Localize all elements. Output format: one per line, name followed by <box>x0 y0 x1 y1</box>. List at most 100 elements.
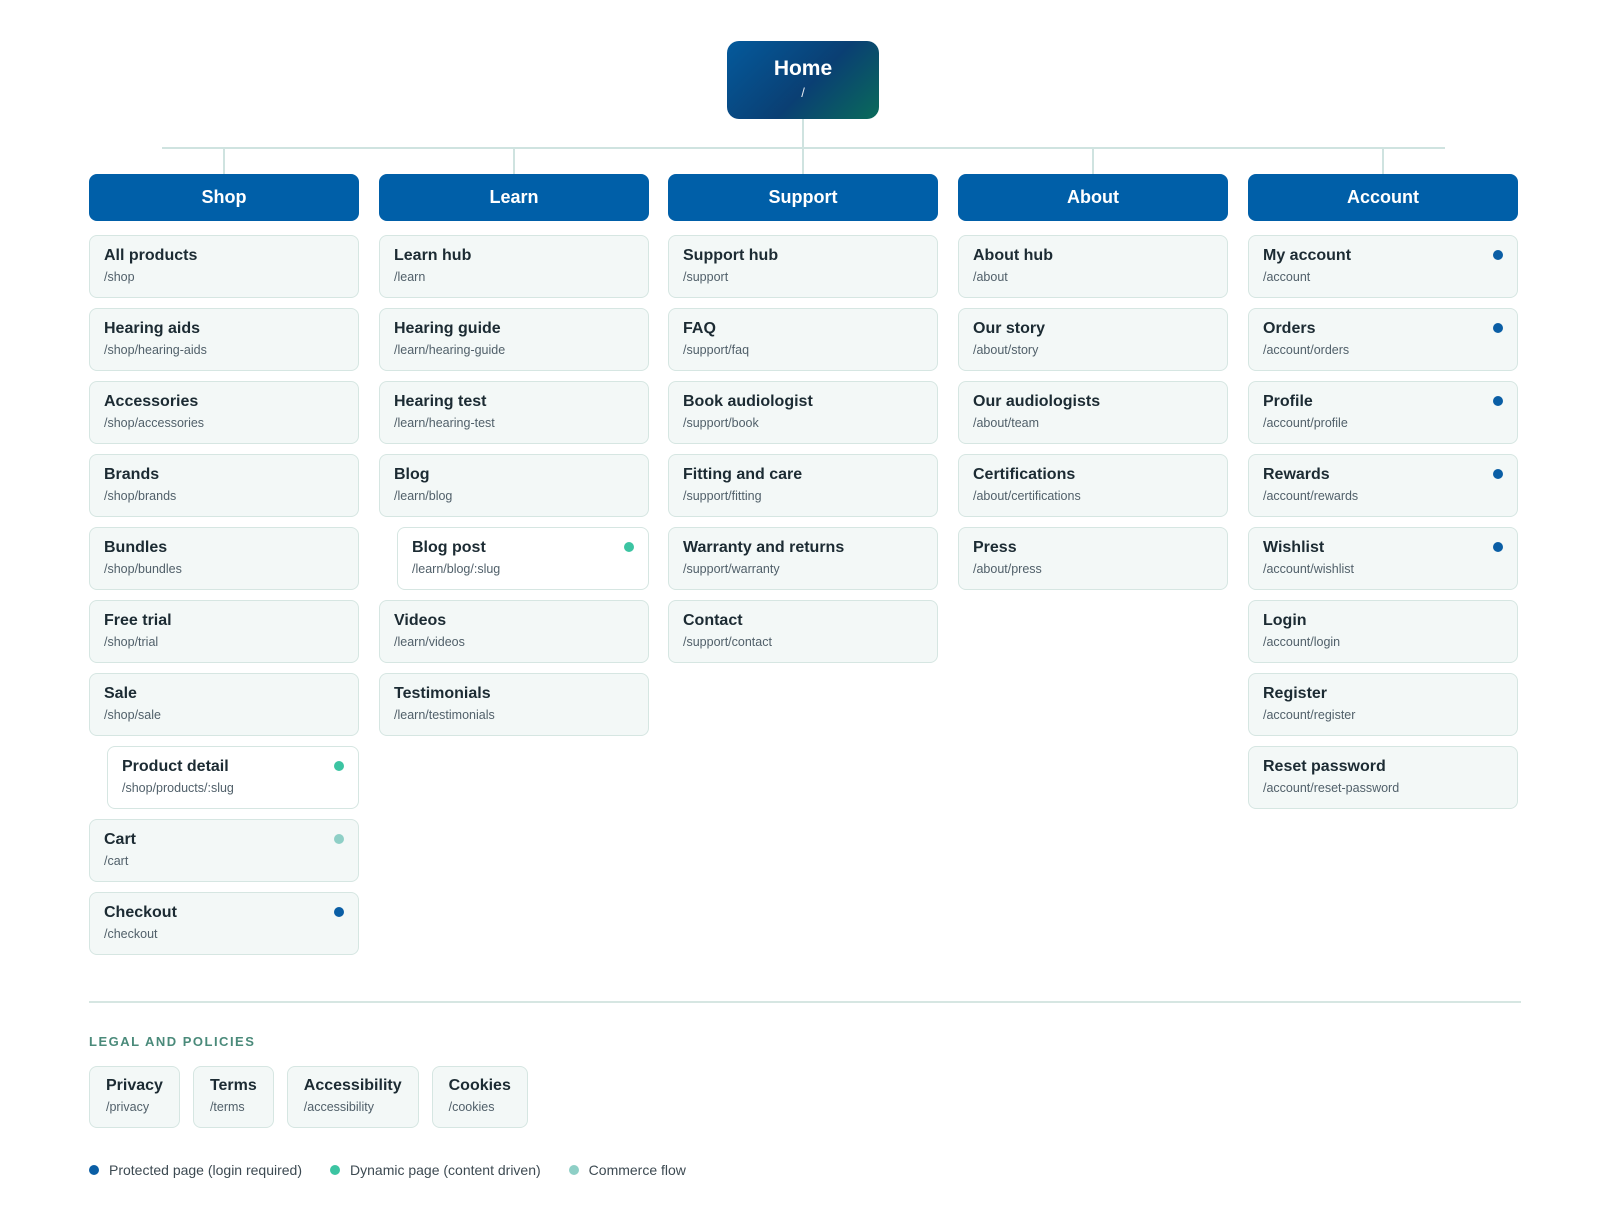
page-route: /about/story <box>973 343 1039 357</box>
page-card[interactable]: Blog post/learn/blog/:slug <box>397 527 649 590</box>
legal-page-card[interactable]: Terms/terms <box>192 1066 274 1128</box>
page-card[interactable]: Certifications/about/certifications <box>958 454 1228 517</box>
page-card[interactable]: Learn hub/learn <box>379 235 649 298</box>
page-route: /privacy <box>106 1100 150 1114</box>
page-route: /account/reset-password <box>1263 781 1400 795</box>
legal-section-title: LEGAL AND POLICIES <box>89 1034 256 1049</box>
branch-drop-support <box>802 147 804 174</box>
page-route: /terms <box>209 1100 245 1114</box>
section-header-learn[interactable]: Learn <box>379 174 649 221</box>
page-route: /checkout <box>104 927 158 941</box>
page-card[interactable]: Brands/shop/brands <box>89 454 359 517</box>
page-card[interactable]: Bundles/shop/bundles <box>89 527 359 590</box>
page-route: /support/contact <box>683 635 772 649</box>
page-route: /cookies <box>448 1100 495 1114</box>
page-card[interactable]: Reset password/account/reset-password <box>1248 746 1518 809</box>
page-card[interactable]: Product detail/shop/products/:slug <box>107 746 359 809</box>
legend: Protected page (login required) Dynamic p… <box>89 1162 686 1178</box>
section-column-learn: Learn Learn hub/learn Hearing guide/learn/… <box>379 174 649 746</box>
page-card[interactable]: Warranty and returns/support/warranty <box>668 527 938 590</box>
page-card[interactable]: Checkout/checkout <box>89 892 359 955</box>
page-card[interactable]: Our audiologists/about/team <box>958 381 1228 444</box>
page-card[interactable]: Cart/cart <box>89 819 359 882</box>
page-name: Login <box>1263 612 1307 629</box>
page-card[interactable]: Wishlist/account/wishlist <box>1248 527 1518 590</box>
legal-page-card[interactable]: Accessibility/accessibility <box>286 1066 419 1128</box>
page-route: /learn/hearing-test <box>394 416 495 430</box>
page-card[interactable]: Contact/support/contact <box>668 600 938 663</box>
section-column-shop: Shop All products/shop Hearing aids/shop/h… <box>89 174 359 965</box>
page-card[interactable]: Accessories/shop/accessories <box>89 381 359 444</box>
page-route: /support/warranty <box>683 562 780 576</box>
page-card[interactable]: Hearing aids/shop/hearing-aids <box>89 308 359 371</box>
section-header-about[interactable]: About <box>958 174 1228 221</box>
section-header-account[interactable]: Account <box>1248 174 1518 221</box>
page-name: Cart <box>104 831 137 848</box>
page-card[interactable]: Hearing test/learn/hearing-test <box>379 381 649 444</box>
page-route: /learn/blog <box>394 489 453 503</box>
protected-marker-icon <box>1493 469 1503 479</box>
page-name: All products <box>104 247 198 264</box>
page-name: Privacy <box>106 1077 163 1094</box>
page-name: Terms <box>209 1077 257 1094</box>
page-route: /about/press <box>973 562 1042 576</box>
page-card[interactable]: Support hub/support <box>668 235 938 298</box>
page-name: Bundles <box>104 539 168 556</box>
page-card[interactable]: Fitting and care/support/fitting <box>668 454 938 517</box>
page-card[interactable]: Our story/about/story <box>958 308 1228 371</box>
page-route: /about/team <box>973 416 1040 430</box>
page-route: /support/fitting <box>683 489 762 503</box>
dynamic-marker-icon <box>624 542 634 552</box>
section-column-about: About About hub/about Our story/about/stor… <box>958 174 1228 600</box>
page-name: Fitting and care <box>683 466 803 483</box>
page-route: /shop/bundles <box>104 562 182 576</box>
root-node-home[interactable]: Home / <box>727 41 879 119</box>
page-name: Support hub <box>683 247 779 264</box>
legal-page-card[interactable]: Cookies/cookies <box>431 1066 528 1128</box>
page-card[interactable]: Rewards/account/rewards <box>1248 454 1518 517</box>
page-card[interactable]: My account/account <box>1248 235 1518 298</box>
page-route: /account/orders <box>1263 343 1350 357</box>
page-name: Hearing guide <box>394 320 501 337</box>
page-route: /cart <box>104 854 129 868</box>
section-header-support[interactable]: Support <box>668 174 938 221</box>
page-route: /shop <box>104 270 135 284</box>
protected-marker-icon <box>1493 250 1503 260</box>
page-name: FAQ <box>683 320 716 337</box>
page-card[interactable]: Book audiologist/support/book <box>668 381 938 444</box>
page-card[interactable]: Free trial/shop/trial <box>89 600 359 663</box>
page-card[interactable]: FAQ/support/faq <box>668 308 938 371</box>
page-name: Register <box>1263 685 1328 702</box>
page-card[interactable]: All products/shop <box>89 235 359 298</box>
page-card[interactable]: Orders/account/orders <box>1248 308 1518 371</box>
page-card[interactable]: Profile/account/profile <box>1248 381 1518 444</box>
page-name: Accessories <box>104 393 199 410</box>
legal-page-card[interactable]: Privacy/privacy <box>89 1066 180 1128</box>
page-name: Our story <box>973 320 1046 337</box>
page-name: My account <box>1263 247 1352 264</box>
page-name: Press <box>973 539 1017 556</box>
page-card[interactable]: About hub/about <box>958 235 1228 298</box>
page-card[interactable]: Press/about/press <box>958 527 1228 590</box>
page-card[interactable]: Videos/learn/videos <box>379 600 649 663</box>
page-name: Our audiologists <box>973 393 1101 410</box>
page-card[interactable]: Login/account/login <box>1248 600 1518 663</box>
page-list: About hub/about Our story/about/story Our … <box>958 235 1228 590</box>
dynamic-marker-icon <box>334 761 344 771</box>
protected-marker-icon <box>1493 396 1503 406</box>
section-header-shop[interactable]: Shop <box>89 174 359 221</box>
section-column-account: Account My account/account Orders/account/… <box>1248 174 1518 819</box>
page-route: /account/rewards <box>1263 489 1359 503</box>
protected-marker-icon <box>89 1165 99 1175</box>
page-route: /shop/brands <box>104 489 177 503</box>
page-card[interactable]: Blog/learn/blog <box>379 454 649 517</box>
page-route: /support/faq <box>683 343 750 357</box>
page-card[interactable]: Register/account/register <box>1248 673 1518 736</box>
page-name: Warranty and returns <box>683 539 845 556</box>
page-card[interactable]: Testimonials/learn/testimonials <box>379 673 649 736</box>
section-divider <box>89 1001 1521 1003</box>
page-card[interactable]: Hearing guide/learn/hearing-guide <box>379 308 649 371</box>
page-route: /account/register <box>1263 708 1356 722</box>
page-name: Sale <box>104 685 137 702</box>
page-card[interactable]: Sale/shop/sale <box>89 673 359 736</box>
